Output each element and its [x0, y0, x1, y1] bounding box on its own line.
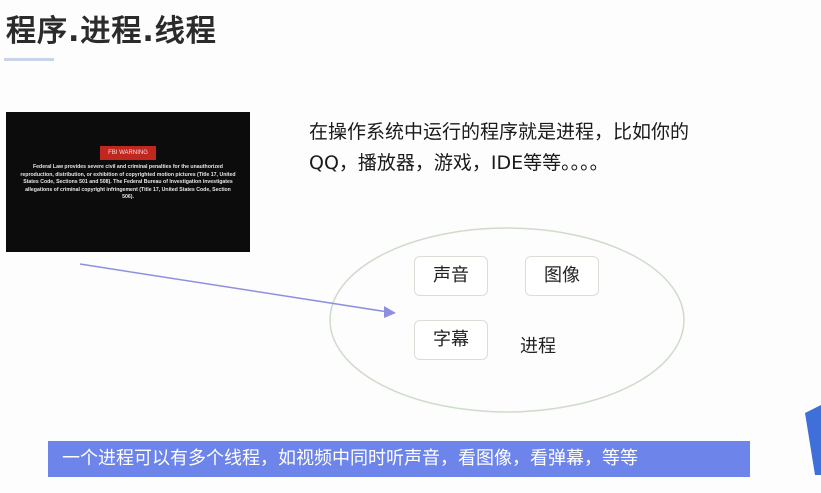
description: 在操作系统中运行的程序就是进程，比如你的 QQ，播放器，游戏，IDE等等。。。。 [309, 117, 789, 179]
process-ellipse [329, 227, 685, 413]
video-thumbnail: FBI WARNING Federal Law provides severe … [6, 112, 250, 252]
fbi-warning-text: Federal Law provides severe civil and cr… [20, 164, 236, 201]
sound-box: 声音 [414, 256, 488, 296]
page-title: 程序.进程.线程 [6, 14, 217, 49]
corner-accent-shape [805, 405, 821, 475]
process-label: 进程 [520, 336, 556, 357]
description-line-1: 在操作系统中运行的程序就是进程，比如你的 [309, 121, 690, 143]
image-box: 图像 [525, 256, 599, 296]
arrow-head [384, 306, 396, 318]
video-to-process-arrow [79, 263, 389, 313]
description-line-2: QQ，播放器，游戏，IDE等等。。。。 [309, 152, 609, 174]
subtitle-box: 字幕 [414, 320, 488, 360]
slide: 程序.进程.线程 FBI WARNING Federal Law provide… [0, 0, 821, 493]
title-underline [4, 58, 54, 61]
fbi-warning-badge: FBI WARNING [100, 146, 156, 160]
summary-banner: 一个进程可以有多个线程，如视频中同时听声音，看图像，看弹幕，等等 [48, 441, 750, 477]
